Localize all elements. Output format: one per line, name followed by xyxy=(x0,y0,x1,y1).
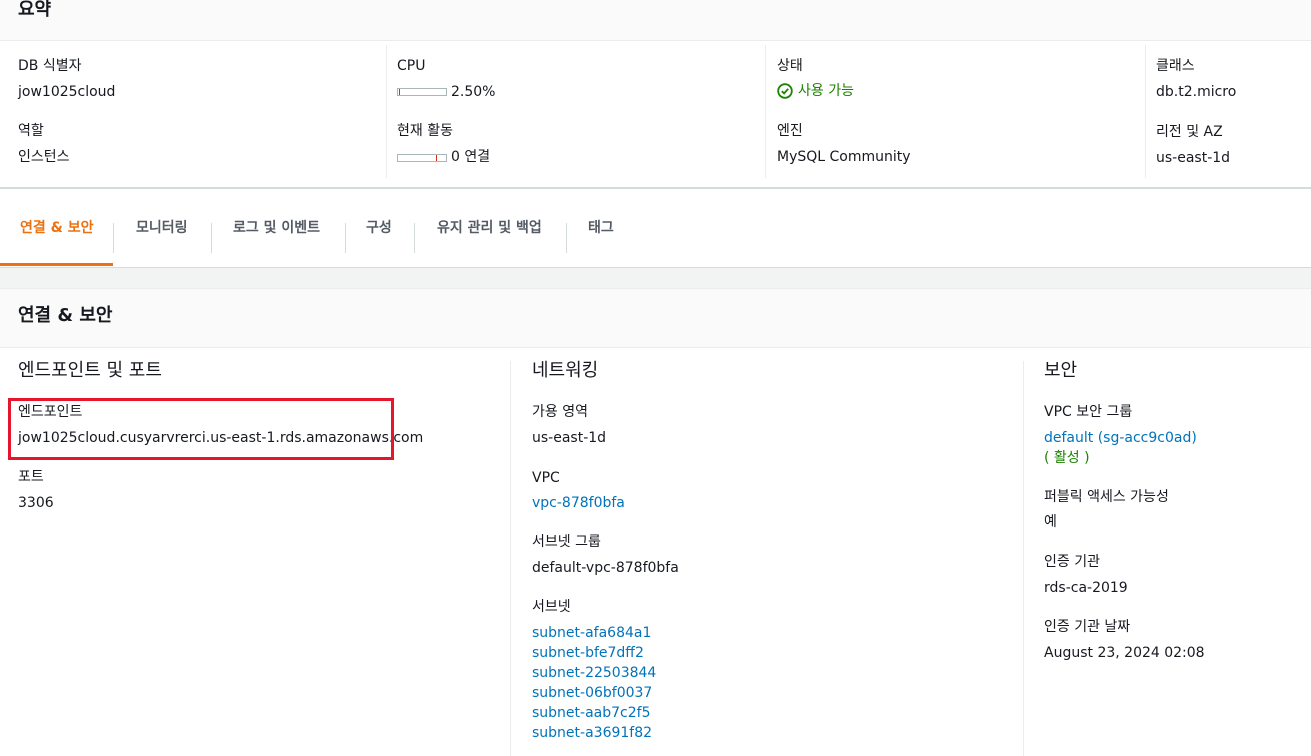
check-circle-icon xyxy=(777,83,793,99)
cpu-label: CPU xyxy=(397,58,426,74)
tab-divider xyxy=(113,223,114,253)
summary-col-class: 클래스 db.t2.micro 리전 및 AZ us-east-1d xyxy=(1145,45,1311,178)
port-label: 포트 xyxy=(18,469,44,485)
subnet-group-label: 서브넷 그룹 xyxy=(532,534,601,550)
activity-progress-fill xyxy=(436,155,437,161)
region-value: us-east-1d xyxy=(1156,150,1231,166)
subnet-link[interactable]: subnet-22503844 xyxy=(532,664,656,682)
activity-value: 0 연결 xyxy=(451,149,491,165)
tab-tags[interactable]: 태그 xyxy=(588,219,614,237)
availability-zone-label: 가용 영역 xyxy=(532,404,588,420)
subnet-link[interactable]: subnet-bfe7dff2 xyxy=(532,644,644,662)
tab-divider xyxy=(414,223,415,253)
role-value: 인스턴스 xyxy=(18,149,70,165)
column-divider xyxy=(510,361,511,756)
role-label: 역할 xyxy=(18,123,44,139)
summary-panel: DB 식별자 jow1025cloud 역할 인스턴스 CPU 2.50% 현재… xyxy=(0,41,1311,189)
certificate-authority-label: 인증 기관 xyxy=(1044,554,1100,570)
db-identifier-value: jow1025cloud xyxy=(18,84,116,100)
status-label: 상태 xyxy=(777,58,803,74)
subnets-label: 서브넷 xyxy=(532,599,571,615)
summary-title: 요약 xyxy=(18,0,52,20)
activity-label: 현재 활동 xyxy=(397,123,453,139)
column-divider xyxy=(1023,361,1024,756)
tab-divider xyxy=(211,223,212,253)
tab-divider xyxy=(566,223,567,253)
tab-connectivity-security[interactable]: 연결 & 보안 xyxy=(20,219,93,237)
summary-col-status: 상태 사용 가능 엔진 MySQL Community xyxy=(765,45,1146,178)
security-group-link[interactable]: default (sg-acc9c0ad) xyxy=(1044,429,1197,447)
availability-zone-value: us-east-1d xyxy=(532,430,607,446)
cpu-progress-bar xyxy=(397,88,447,96)
subnet-link[interactable]: subnet-a3691f82 xyxy=(532,724,652,742)
security-group-label: VPC 보안 그룹 xyxy=(1044,404,1133,420)
endpoint-highlight-box xyxy=(8,398,394,460)
public-access-value: 예 xyxy=(1044,514,1057,530)
summary-header: 요약 xyxy=(0,0,1311,41)
activity-progress-bar xyxy=(397,154,447,162)
tab-configuration[interactable]: 구성 xyxy=(366,219,392,237)
tab-bar: 연결 & 보안 모니터링 로그 및 이벤트 구성 유지 관리 및 백업 태그 xyxy=(0,189,1311,268)
tab-divider xyxy=(345,223,346,253)
tab-monitoring[interactable]: 모니터링 xyxy=(136,219,188,237)
engine-value: MySQL Community xyxy=(777,149,911,165)
status-badge: 사용 가능 xyxy=(777,82,854,100)
content-separator xyxy=(0,268,1311,288)
security-title: 보안 xyxy=(1044,360,1078,381)
vpc-link[interactable]: vpc-878f0bfa xyxy=(532,494,625,512)
certificate-authority-value: rds-ca-2019 xyxy=(1044,580,1128,596)
summary-col-cpu: CPU 2.50% 현재 활동 0 연결 xyxy=(386,45,766,178)
class-value: db.t2.micro xyxy=(1156,84,1237,100)
subnet-link[interactable]: subnet-06bf0037 xyxy=(532,684,652,702)
public-access-label: 퍼블릭 액세스 가능성 xyxy=(1044,489,1169,505)
tab-maintenance-backup[interactable]: 유지 관리 및 백업 xyxy=(437,219,542,237)
section-title: 연결 & 보안 xyxy=(18,305,113,326)
subnet-link[interactable]: subnet-afa684a1 xyxy=(532,624,651,642)
region-label: 리전 및 AZ xyxy=(1156,124,1223,140)
cpu-value: 2.50% xyxy=(451,84,496,100)
section-header: 연결 & 보안 xyxy=(0,288,1311,348)
db-identifier-label: DB 식별자 xyxy=(18,58,82,74)
status-value: 사용 가능 xyxy=(798,83,854,99)
cpu-progress-fill xyxy=(399,89,400,95)
class-label: 클래스 xyxy=(1156,58,1195,74)
tab-logs-events[interactable]: 로그 및 이벤트 xyxy=(233,219,320,237)
subnet-group-value: default-vpc-878f0bfa xyxy=(532,560,679,576)
engine-label: 엔진 xyxy=(777,123,803,139)
endpoint-port-title: 엔드포인트 및 포트 xyxy=(18,360,162,381)
security-group-status: ( 활성 ) xyxy=(1044,450,1090,466)
port-value: 3306 xyxy=(18,495,54,511)
subnet-link[interactable]: subnet-aab7c2f5 xyxy=(532,704,650,722)
networking-title: 네트워킹 xyxy=(532,360,599,381)
certificate-date-label: 인증 기관 날짜 xyxy=(1044,619,1131,635)
summary-col-identifier: DB 식별자 jow1025cloud 역할 인스턴스 xyxy=(0,45,386,178)
certificate-date-value: August 23, 2024 02:08 xyxy=(1044,645,1205,661)
active-tab-indicator xyxy=(0,263,113,266)
vpc-label: VPC xyxy=(532,470,560,486)
